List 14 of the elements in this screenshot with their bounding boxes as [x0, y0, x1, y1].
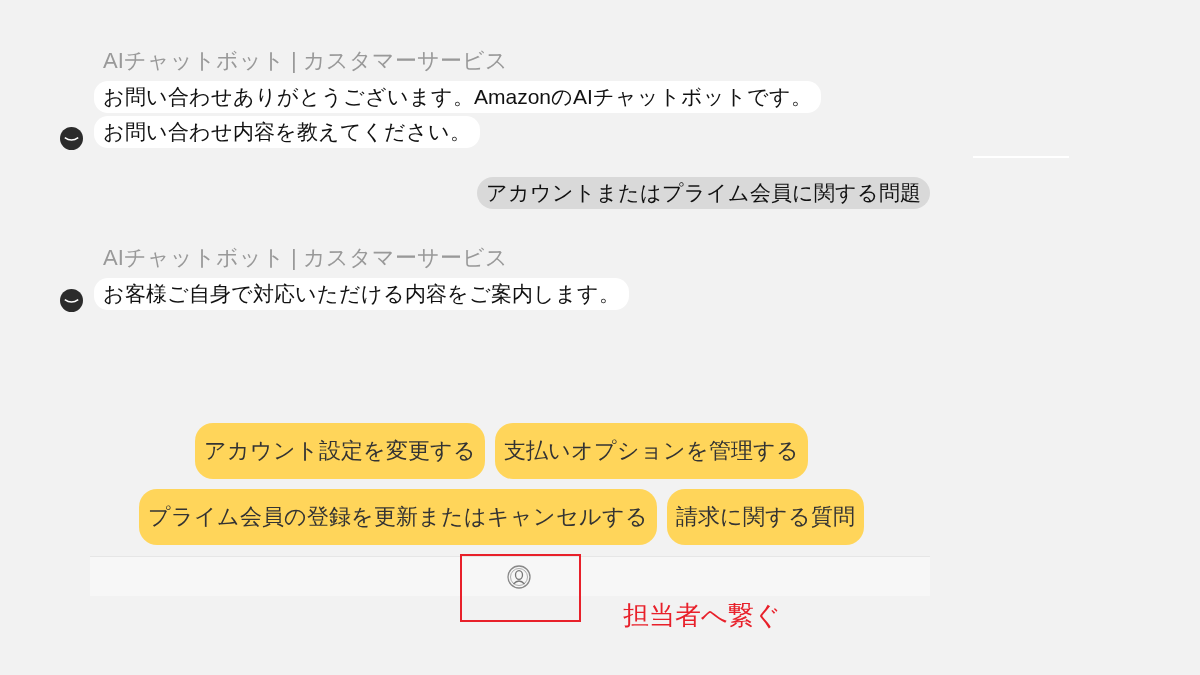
agent-icon[interactable]	[507, 564, 531, 589]
user-message-bubble: アカウントまたはプライム会員に関する問題	[477, 177, 930, 209]
bot-avatar-icon	[60, 127, 83, 150]
quick-reply-button[interactable]: プライム会員の登録を更新またはキャンセルする	[138, 489, 657, 545]
sender-name: AIチャットボット | カスタマーサービス	[102, 48, 508, 74]
annotation-label: 担当者へ繋ぐ	[623, 599, 781, 632]
quick-reply-button[interactable]: 支払いオプションを管理する	[494, 423, 808, 479]
quick-reply-button[interactable]: 請求に関する質問	[666, 489, 864, 545]
message-bubble: お問い合わせ内容を教えてください。	[94, 116, 480, 148]
quick-reply-button[interactable]: アカウント設定を変更する	[194, 423, 485, 479]
message-bubble: お問い合わせありがとうございます。AmazonのAIチャットボットです。	[94, 81, 821, 113]
bot-avatar-icon	[60, 289, 83, 312]
message-bubble: お客様ご自身で対応いただける内容をご案内します。	[94, 278, 629, 310]
sender-name: AIチャットボット | カスタマーサービス	[102, 245, 508, 271]
